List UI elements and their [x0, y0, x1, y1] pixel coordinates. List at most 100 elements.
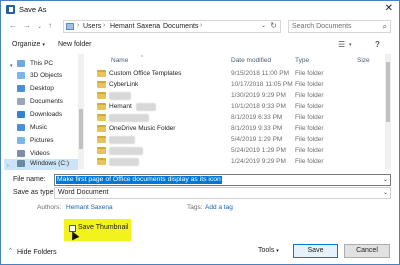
file-name: Hemant	[109, 103, 132, 110]
file-row[interactable]: 5/4/2019 1:29 PM File folder	[88, 134, 384, 145]
sidebar-item-music[interactable]: Music	[17, 123, 83, 134]
redacted-file-name	[109, 136, 135, 144]
folder-icon	[97, 147, 106, 154]
redacted-file-name	[136, 103, 156, 111]
file-name-field[interactable]: Make first page of Office documents disp…	[54, 174, 391, 186]
file-row[interactable]: Hemant 10/1/2018 9:33 PM File folder	[88, 101, 384, 112]
address-dropdown-icon[interactable]: ⌄	[261, 22, 266, 29]
breadcrumb-documents[interactable]: Documents	[163, 23, 198, 30]
forward-arrow-icon[interactable]: →	[23, 21, 31, 31]
breadcrumb-separator: ›	[77, 22, 80, 29]
file-row[interactable]: 1/24/2019 9:29 PM File folder	[88, 156, 384, 167]
sidebar-item-windows-c[interactable]: › Windows (C:)	[4, 159, 78, 170]
save-as-type-select[interactable]: Word Document ⌄	[54, 187, 391, 199]
chevron-down-icon[interactable]: ⌄	[383, 189, 388, 196]
file-type: File folder	[295, 158, 324, 165]
file-name-value: Make first page of Office documents disp…	[56, 176, 222, 184]
cube-icon	[17, 72, 25, 79]
videos-icon	[17, 150, 25, 157]
file-type: File folder	[295, 103, 324, 110]
file-date: 8/1/2019 6:33 PM	[231, 114, 283, 121]
sidebar-scrollbar[interactable]	[78, 54, 84, 169]
authors-value[interactable]: Hemant Saxena	[66, 204, 113, 211]
close-icon[interactable]: ✕	[385, 3, 393, 15]
column-header-type[interactable]: Type	[295, 57, 309, 64]
breadcrumb-users[interactable]: Users	[83, 23, 101, 30]
save-thumbnail-label[interactable]: Save Thumbnail	[78, 224, 128, 231]
redacted-file-name	[109, 158, 139, 166]
file-date: 5/4/2019 1:29 PM	[231, 136, 283, 143]
drive-icon	[17, 160, 25, 167]
sidebar-item-desktop[interactable]: Desktop	[17, 84, 83, 95]
help-icon[interactable]: ?	[375, 40, 380, 49]
add-tag-link[interactable]: Add a tag	[205, 204, 233, 211]
file-row[interactable]: 1/30/2019 9:29 PM File folder	[88, 90, 384, 101]
file-name: Custom Office Templates	[109, 70, 182, 77]
file-list-scrollbar[interactable]	[385, 54, 391, 169]
file-row[interactable]: Custom Office Templates 9/15/2018 11:00 …	[88, 68, 384, 79]
cancel-button[interactable]: Cancel	[344, 244, 390, 258]
column-header-size[interactable]: Size	[357, 57, 370, 64]
sidebar-item-downloads[interactable]: Downloads	[17, 110, 83, 121]
file-date: 1/30/2019 9:29 PM	[231, 92, 286, 99]
file-type: File folder	[295, 92, 324, 99]
folder-icon	[97, 114, 106, 121]
expand-chevron-icon[interactable]: ▾	[10, 63, 13, 69]
up-arrow-icon[interactable]: ↑	[48, 21, 52, 31]
desktop-icon	[17, 85, 25, 92]
view-options-chevron-icon[interactable]: ▾	[349, 42, 352, 48]
file-date: 8/1/2019 9:33 PM	[231, 125, 283, 132]
tags-label: Tags:	[187, 204, 203, 211]
music-icon	[17, 124, 25, 131]
breadcrumb-separator: ›	[200, 22, 203, 29]
breadcrumb-separator: ›	[156, 22, 159, 29]
organize-button[interactable]: Organize ▾	[12, 41, 45, 48]
redacted-file-name	[109, 92, 131, 100]
hide-folders-button[interactable]: ^ Hide Folders	[9, 248, 57, 256]
folder-icon	[97, 125, 106, 132]
file-list-scrollbar-thumb[interactable]	[386, 62, 390, 122]
window-title: Save As	[19, 5, 47, 14]
file-row[interactable]: OneDrive Music Folder 8/1/2019 9:33 PM F…	[88, 123, 384, 134]
sidebar-item-label: Documents	[30, 98, 63, 105]
sidebar-item-label: This PC	[30, 60, 54, 67]
file-date: 9/15/2018 11:00 PM	[231, 70, 290, 77]
file-date: 1/24/2019 9:29 PM	[231, 158, 286, 165]
folder-icon	[97, 81, 106, 88]
sidebar-item-this-pc[interactable]: ▾ This PC	[10, 59, 83, 70]
new-folder-button[interactable]: New folder	[58, 41, 91, 48]
word-app-icon	[6, 5, 15, 14]
address-bar[interactable]: › Users › Hemant Saxena › Documents › ⌄ …	[63, 20, 281, 33]
column-header-name[interactable]: Name ^	[111, 55, 143, 64]
folder-icon	[97, 136, 106, 143]
expand-chevron-icon[interactable]: ›	[7, 163, 9, 169]
column-header-date[interactable]: Date modified	[231, 57, 271, 64]
download-icon	[17, 111, 25, 118]
recent-locations-chevron-icon[interactable]: ⌄	[37, 22, 42, 32]
file-row[interactable]: 5/24/2019 1:29 PM File folder	[88, 145, 384, 156]
save-button[interactable]: Save	[293, 244, 338, 258]
sidebar-item-documents[interactable]: Documents	[17, 97, 83, 108]
back-arrow-icon[interactable]: ←	[9, 21, 17, 31]
file-date: 10/17/2018 11:05 PM	[231, 81, 293, 88]
file-row[interactable]: CyberLink 10/17/2018 11:05 PM File folde…	[88, 79, 384, 90]
refresh-icon[interactable]: ↻	[270, 21, 277, 30]
sidebar-item-pictures[interactable]: Pictures	[17, 136, 83, 147]
sidebar-item-label: Pictures	[30, 137, 54, 144]
file-type: File folder	[295, 114, 324, 121]
folder-icon	[97, 92, 106, 99]
sidebar-scrollbar-thumb[interactable]	[79, 109, 83, 149]
documents-icon	[17, 98, 25, 105]
chevron-down-icon[interactable]: ⌄	[383, 176, 388, 183]
search-icon: ⌕	[382, 22, 387, 31]
sort-ascending-icon: ^	[141, 55, 144, 61]
chevron-up-icon: ^	[9, 248, 12, 254]
sidebar-item-3d-objects[interactable]: 3D Objects	[17, 71, 83, 82]
tools-button[interactable]: Tools ▾	[258, 247, 279, 254]
folder-icon	[97, 70, 106, 77]
search-input[interactable]: Search Documents ⌕	[288, 20, 391, 33]
breadcrumb-user-folder[interactable]: Hemant Saxena	[110, 23, 160, 30]
view-options-icon[interactable]: ☰	[338, 40, 345, 49]
file-date: 5/24/2019 1:29 PM	[231, 147, 286, 154]
file-row[interactable]: 8/1/2019 6:33 PM File folder	[88, 112, 384, 123]
